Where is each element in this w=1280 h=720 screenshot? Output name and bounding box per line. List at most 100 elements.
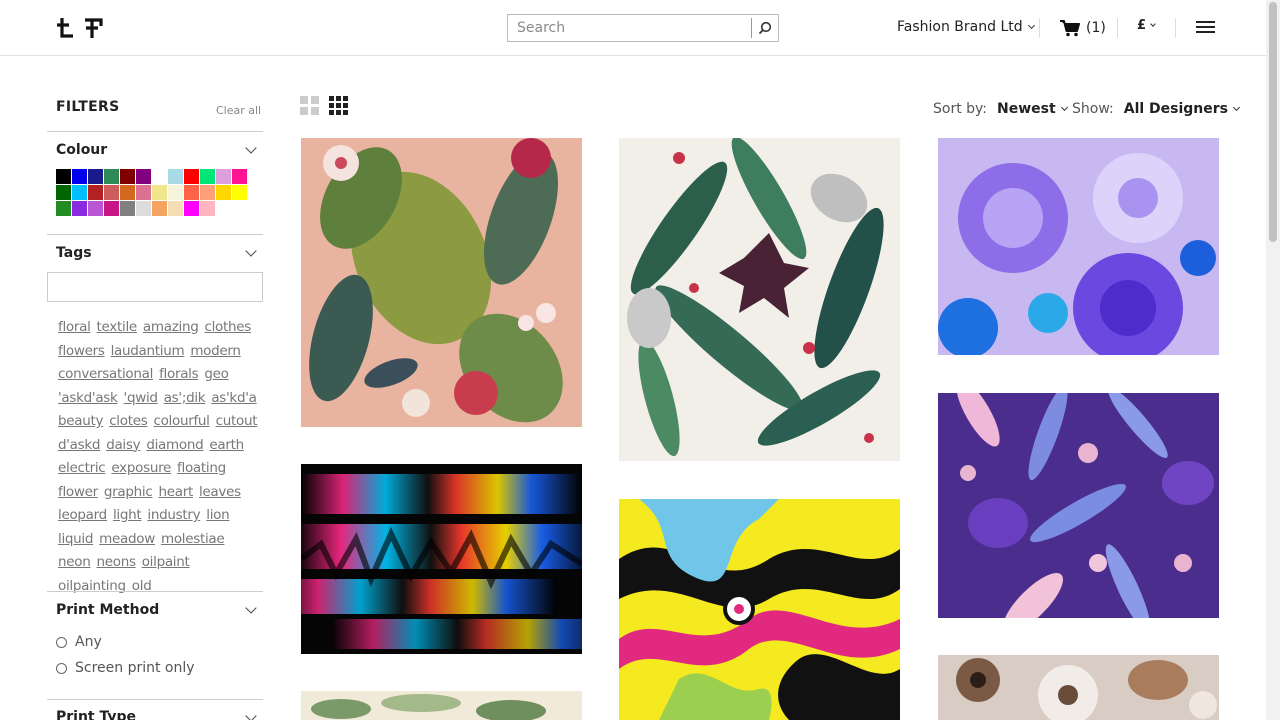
colour-swatch[interactable] [184, 185, 199, 200]
colour-swatch[interactable] [56, 169, 71, 184]
colour-swatch[interactable] [136, 201, 151, 216]
colour-swatch[interactable] [184, 201, 199, 216]
colour-swatch[interactable] [152, 169, 167, 184]
print-tile[interactable] [301, 138, 582, 427]
search-input[interactable] [508, 15, 751, 41]
search-button[interactable] [754, 17, 776, 39]
colour-swatch[interactable] [216, 185, 231, 200]
radio-button[interactable] [56, 662, 67, 674]
show-dropdown[interactable]: Show: All Designers [1072, 101, 1241, 117]
tag-link[interactable]: beauty [58, 413, 103, 429]
colour-swatch[interactable] [88, 169, 103, 184]
colour-swatch[interactable] [200, 169, 215, 184]
cart-button[interactable]: (1) [1060, 18, 1106, 38]
tag-link[interactable]: colourful [153, 413, 209, 429]
colour-swatch[interactable] [200, 201, 215, 216]
tag-link[interactable]: leopard [58, 507, 107, 523]
colour-swatch[interactable] [56, 201, 71, 216]
tag-link[interactable]: oilpaint [142, 554, 190, 570]
print-tile[interactable] [301, 464, 582, 654]
tag-link[interactable]: flowers [58, 343, 105, 359]
radio-any[interactable]: Any [56, 634, 102, 650]
chevron-down-icon[interactable] [246, 712, 256, 720]
tag-link[interactable]: liquid [58, 531, 93, 547]
tag-link[interactable]: clotes [109, 413, 148, 429]
tag-link[interactable]: earth [209, 437, 244, 453]
tag-link[interactable]: meadow [99, 531, 155, 547]
colour-swatch[interactable] [120, 201, 135, 216]
colour-swatch[interactable] [104, 185, 119, 200]
tag-link[interactable]: floral [58, 319, 91, 335]
tag-link[interactable]: neon [58, 554, 91, 570]
tag-link[interactable]: daisy [106, 437, 140, 453]
colour-swatch[interactable] [136, 169, 151, 184]
colour-swatch[interactable] [88, 201, 103, 216]
currency-selector[interactable]: £ [1137, 18, 1156, 33]
colour-swatch[interactable] [88, 185, 103, 200]
colour-swatch[interactable] [168, 201, 183, 216]
colour-swatch[interactable] [136, 185, 151, 200]
chevron-down-icon[interactable] [246, 604, 256, 614]
colour-swatch[interactable] [232, 185, 247, 200]
hamburger-menu-icon[interactable] [1196, 21, 1215, 35]
colour-swatch[interactable] [104, 169, 119, 184]
tag-link[interactable]: d'askd [58, 437, 100, 453]
chevron-down-icon[interactable] [246, 247, 256, 257]
colour-swatch[interactable] [184, 169, 199, 184]
grid-large-view-icon[interactable] [300, 96, 319, 115]
colour-swatch[interactable] [152, 185, 167, 200]
tag-link[interactable]: neons [96, 554, 136, 570]
colour-swatch[interactable] [152, 201, 167, 216]
radio-button[interactable] [56, 636, 67, 648]
tag-link[interactable]: heart [158, 484, 193, 500]
colour-swatch[interactable] [200, 185, 215, 200]
colour-swatch[interactable] [168, 169, 183, 184]
tag-link[interactable]: floating [177, 460, 226, 476]
print-tile[interactable] [938, 655, 1219, 720]
tag-link[interactable]: textile [97, 319, 138, 335]
print-tile[interactable] [619, 499, 900, 720]
tag-search-input[interactable] [47, 272, 263, 302]
tag-link[interactable]: lion [206, 507, 229, 523]
account-menu[interactable]: Fashion Brand Ltd [897, 19, 1035, 35]
tag-link[interactable]: 'askd'ask [58, 390, 118, 406]
colour-swatch[interactable] [120, 185, 135, 200]
tag-link[interactable]: graphic [104, 484, 153, 500]
colour-swatch[interactable] [56, 185, 71, 200]
tag-link[interactable]: laudantium [111, 343, 185, 359]
scrollbar-thumb[interactable] [1269, 2, 1277, 242]
tag-link[interactable]: industry [147, 507, 200, 523]
print-tile[interactable] [301, 691, 582, 720]
grid-small-view-icon[interactable] [329, 96, 348, 115]
chevron-down-icon[interactable] [246, 144, 256, 154]
tag-link[interactable]: amazing [143, 319, 199, 335]
colour-swatch[interactable] [168, 185, 183, 200]
print-tile[interactable] [938, 393, 1219, 618]
tag-link[interactable]: exposure [111, 460, 171, 476]
print-tile[interactable] [619, 138, 900, 461]
brand-logo[interactable] [56, 16, 104, 40]
sort-by-dropdown[interactable]: Sort by: Newest [933, 101, 1068, 117]
colour-swatch[interactable] [104, 201, 119, 216]
tag-link[interactable]: florals [159, 366, 199, 382]
tag-link[interactable]: flower [58, 484, 98, 500]
tag-link[interactable]: as'kd'a [211, 390, 257, 406]
tag-link[interactable]: molestiae [161, 531, 225, 547]
tag-link[interactable]: leaves [199, 484, 241, 500]
page-scrollbar[interactable] [1266, 0, 1280, 720]
tag-link[interactable]: cutout [216, 413, 258, 429]
colour-swatch[interactable] [232, 169, 247, 184]
radio-screen-print[interactable]: Screen print only [56, 660, 195, 676]
tag-link[interactable]: diamond [146, 437, 203, 453]
tag-link[interactable]: electric [58, 460, 106, 476]
tag-link[interactable]: light [113, 507, 142, 523]
tag-link[interactable]: geo [204, 366, 229, 382]
colour-swatch[interactable] [72, 169, 87, 184]
colour-swatch[interactable] [72, 201, 87, 216]
colour-swatch[interactable] [216, 169, 231, 184]
tag-link[interactable]: 'qwid [124, 390, 158, 406]
clear-all-link[interactable]: Clear all [216, 104, 261, 117]
tag-link[interactable]: conversational [58, 366, 153, 382]
colour-swatch[interactable] [120, 169, 135, 184]
tag-link[interactable]: as';dik [164, 390, 206, 406]
